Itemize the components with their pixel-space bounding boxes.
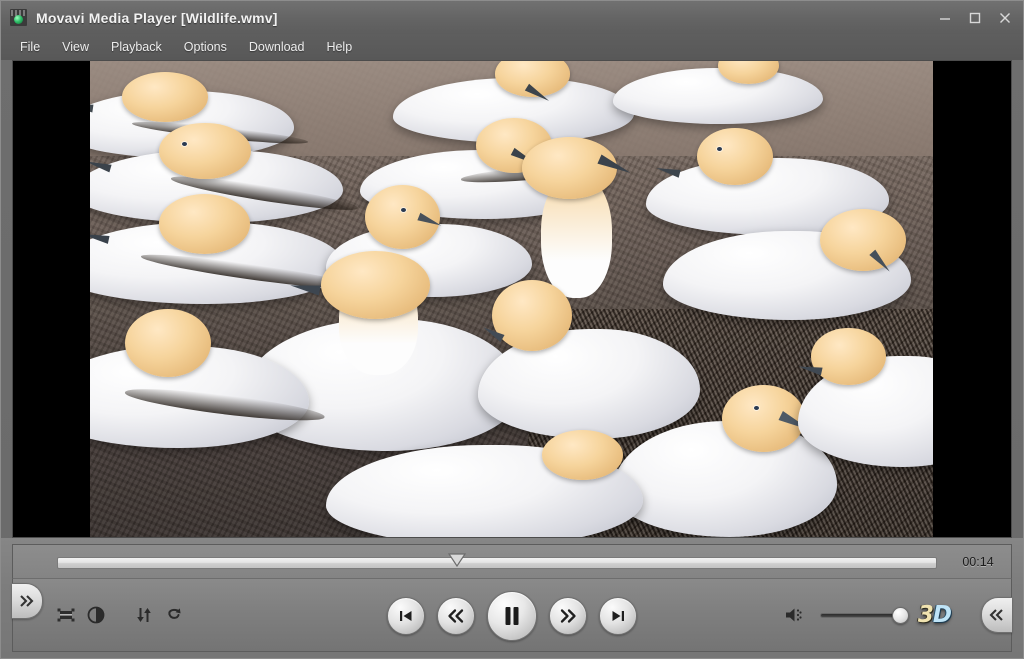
- menu-bar: File View Playback Options Download Help: [1, 34, 1023, 60]
- seek-playhead-icon[interactable]: [447, 552, 467, 567]
- menu-item-playback[interactable]: Playback: [100, 36, 173, 58]
- 3d-mode-button[interactable]: 3D: [917, 601, 952, 628]
- gannet: [326, 423, 663, 537]
- speaker-icon[interactable]: [782, 603, 808, 627]
- seek-bar[interactable]: [57, 545, 937, 579]
- pause-button[interactable]: [487, 591, 537, 641]
- logo-three: 3: [917, 601, 934, 628]
- volume-knob[interactable]: [892, 607, 909, 624]
- brightness-contrast-icon[interactable]: [81, 600, 111, 630]
- media-player-window: Movavi Media Player [Wildlife.wmv] File …: [0, 0, 1024, 659]
- title-bar: Movavi Media Player [Wildlife.wmv]: [1, 1, 1023, 34]
- menu-item-download[interactable]: Download: [238, 36, 316, 58]
- minimize-icon[interactable]: [931, 6, 959, 30]
- menu-item-view[interactable]: View: [51, 36, 100, 58]
- menu-item-help[interactable]: Help: [315, 36, 363, 58]
- gannet: [797, 327, 933, 471]
- seek-row: 00:14: [12, 544, 1012, 578]
- maximize-icon[interactable]: [961, 6, 989, 30]
- video-frame: [90, 61, 933, 537]
- seek-track[interactable]: [57, 556, 937, 569]
- menu-item-options[interactable]: Options: [173, 36, 238, 58]
- gannet: [612, 61, 832, 128]
- volume-slider[interactable]: [819, 605, 909, 625]
- crop-aspect-icon[interactable]: [51, 600, 81, 630]
- movavi-logo-icon: [10, 9, 27, 26]
- audio-track-icon[interactable]: [129, 600, 159, 630]
- close-icon[interactable]: [991, 6, 1019, 30]
- rewind-button[interactable]: [437, 597, 475, 635]
- logo-dee: D: [932, 601, 952, 628]
- gannet: [90, 308, 326, 452]
- control-panel: 00:14 3D: [1, 538, 1023, 658]
- transport-row: 3D: [12, 578, 1012, 652]
- video-display[interactable]: [12, 60, 1012, 538]
- transport-buttons: [387, 591, 637, 641]
- video-letterbox: [13, 61, 1011, 537]
- window-title: Movavi Media Player [Wildlife.wmv]: [36, 9, 278, 26]
- next-button[interactable]: [599, 597, 637, 635]
- audio-and-effects: 3D: [782, 601, 952, 628]
- collapse-left-icon[interactable]: [981, 597, 1012, 633]
- expand-right-icon[interactable]: [12, 583, 43, 619]
- menu-item-file[interactable]: File: [9, 36, 51, 58]
- secondary-tools: [51, 600, 189, 630]
- time-display: 00:14: [962, 554, 994, 569]
- loop-icon[interactable]: [159, 600, 189, 630]
- previous-button[interactable]: [387, 597, 425, 635]
- fast-forward-button[interactable]: [549, 597, 587, 635]
- window-controls: [931, 1, 1019, 34]
